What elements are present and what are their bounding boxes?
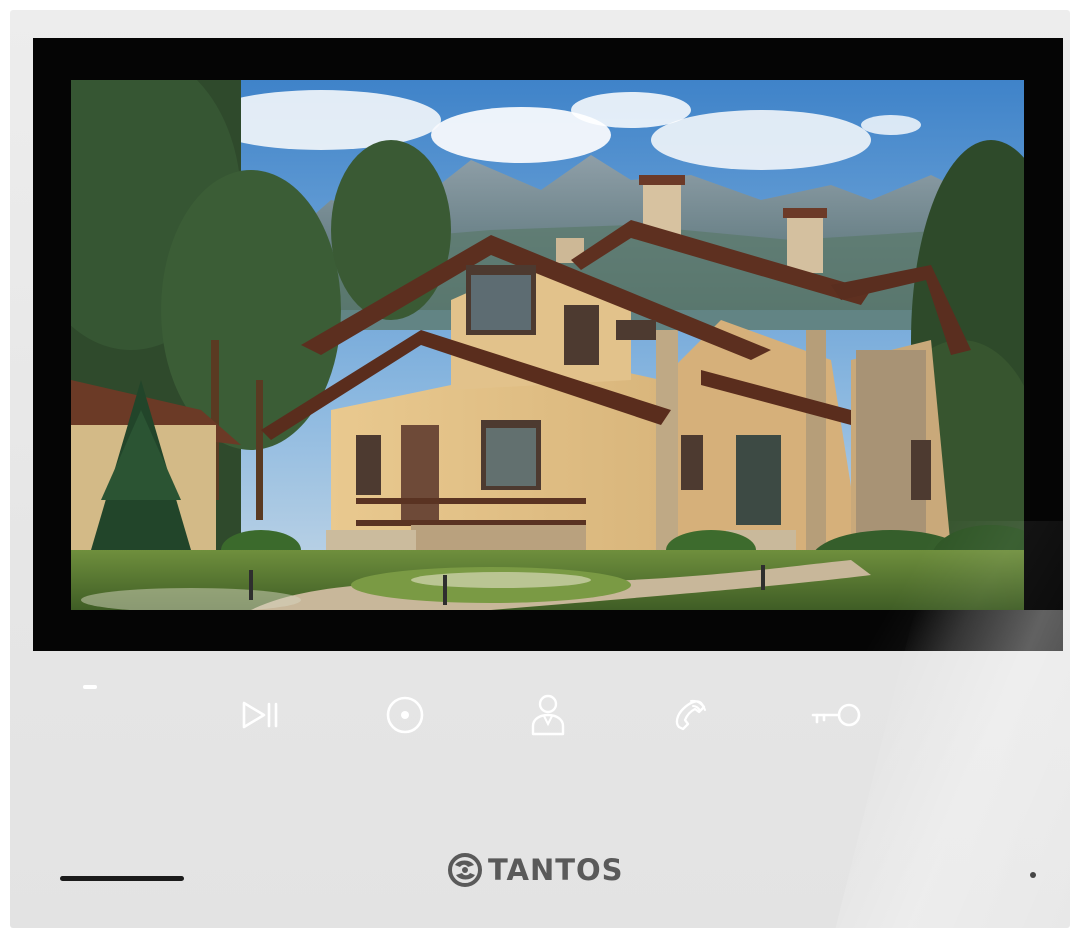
user-button[interactable] xyxy=(523,692,573,738)
play-pause-icon xyxy=(242,701,278,729)
sensor-dot xyxy=(1030,872,1036,878)
bezel-gloss xyxy=(853,521,1063,651)
record-icon xyxy=(386,696,424,734)
key-icon xyxy=(811,703,861,727)
play-pause-button[interactable] xyxy=(236,692,286,738)
record-button[interactable] xyxy=(380,692,430,738)
brand-name: TANTOS xyxy=(488,853,624,887)
power-indicator xyxy=(83,685,97,689)
tantos-logo-icon xyxy=(448,853,482,887)
bottom-line-decoration xyxy=(60,876,184,881)
glass-sheen xyxy=(825,610,1070,928)
intercom-monitor: TANTOS xyxy=(10,10,1070,928)
brand-logo: TANTOS xyxy=(446,848,624,892)
phone-icon xyxy=(675,699,706,731)
screen-bezel xyxy=(33,38,1063,651)
phone-button[interactable] xyxy=(666,692,716,738)
unlock-button[interactable] xyxy=(806,692,866,738)
user-icon xyxy=(531,694,565,736)
